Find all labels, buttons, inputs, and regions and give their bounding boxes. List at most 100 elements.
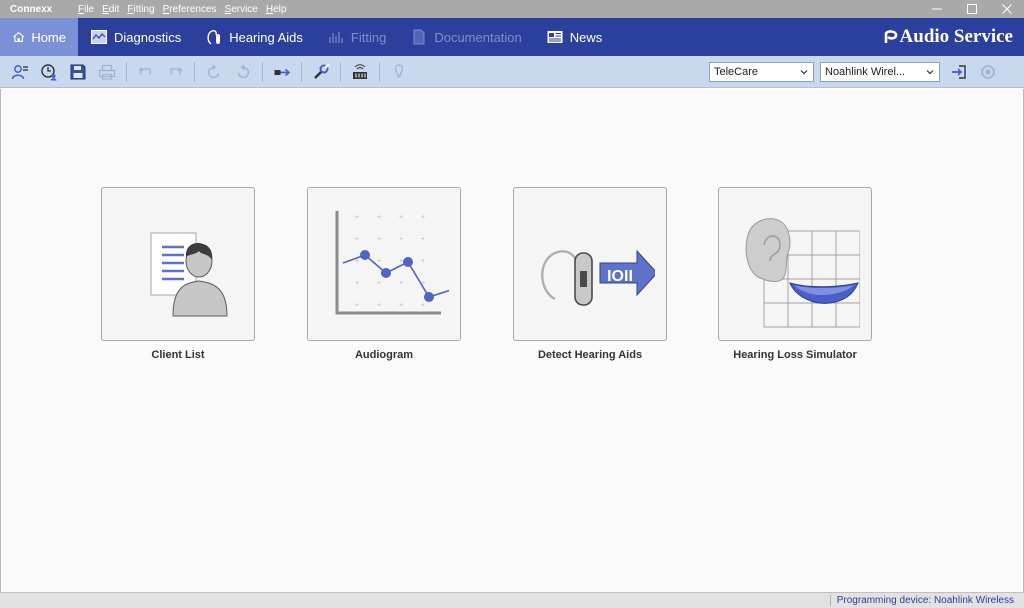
sync-icon bbox=[981, 64, 995, 79]
transfer-button[interactable] bbox=[269, 59, 295, 85]
programming-device-icon bbox=[353, 63, 367, 79]
main-navigation: Home Diagnostics Hearing Aids Fitting Do… bbox=[0, 18, 1024, 56]
tab-home-label: Home bbox=[31, 29, 66, 45]
programming-device-button[interactable] bbox=[347, 59, 373, 85]
svg-text:+: + bbox=[377, 258, 381, 265]
tab-diagnostics[interactable]: Diagnostics bbox=[78, 18, 193, 56]
title-bar: Connexx File Edit Fitting Preferences Se… bbox=[0, 0, 1024, 18]
hearing-loss-simulator-tile-box[interactable] bbox=[718, 187, 872, 341]
brand-logo: Audio Service bbox=[883, 18, 1013, 56]
app-title: Connexx bbox=[10, 3, 53, 15]
svg-text:+: + bbox=[421, 258, 425, 265]
svg-text:+: + bbox=[377, 302, 381, 309]
redo-icon bbox=[170, 66, 183, 75]
menu-help[interactable]: Help bbox=[266, 4, 287, 15]
print-button[interactable] bbox=[94, 59, 120, 85]
tab-home[interactable]: Home bbox=[0, 18, 78, 56]
svg-text:+: + bbox=[355, 302, 359, 309]
save-button[interactable] bbox=[65, 59, 91, 85]
toolbar-separator bbox=[340, 61, 341, 82]
client-list-tile[interactable]: Client List bbox=[101, 187, 255, 361]
session-history-button[interactable] bbox=[36, 59, 62, 85]
chevron-down-icon bbox=[800, 69, 808, 74]
client-button[interactable] bbox=[7, 59, 33, 85]
clock-user-icon bbox=[41, 63, 57, 80]
print-icon bbox=[98, 64, 116, 80]
svg-text:+: + bbox=[377, 214, 381, 221]
detect-hearing-aids-tile-box[interactable]: IOII bbox=[513, 187, 667, 341]
home-content: Client List + + + + + + + + + + + + + + + + + + + + Aud bbox=[0, 89, 1024, 592]
rotate-right-icon bbox=[237, 64, 250, 78]
client-list-tile-box[interactable] bbox=[101, 187, 255, 341]
chevron-down-icon bbox=[926, 69, 934, 74]
menu-service[interactable]: Service bbox=[225, 4, 258, 15]
tools-button[interactable] bbox=[308, 59, 334, 85]
rotate-left-icon bbox=[207, 64, 220, 78]
hint-button[interactable] bbox=[386, 59, 412, 85]
tab-news-label: News bbox=[569, 29, 603, 45]
audiogram-tile-box[interactable]: + + + + + + + + + + + + + + + + + + + + bbox=[307, 187, 461, 341]
svg-text:+: + bbox=[399, 236, 403, 243]
tab-documentation[interactable]: Documentation bbox=[398, 18, 533, 56]
wrench-icon bbox=[314, 62, 330, 79]
svg-text:+: + bbox=[399, 280, 403, 287]
telecare-select-value: TeleCare bbox=[714, 65, 759, 78]
tab-diagnostics-label: Diagnostics bbox=[114, 29, 182, 45]
close-button[interactable] bbox=[989, 0, 1024, 18]
svg-text:+: + bbox=[355, 236, 359, 243]
client-icon bbox=[11, 64, 28, 79]
save-icon bbox=[70, 64, 86, 79]
svg-text:+: + bbox=[377, 236, 381, 243]
programming-device-status: Programming device: Noahlink Wireless bbox=[829, 595, 1014, 606]
close-icon bbox=[1001, 4, 1012, 14]
toolbar-separator bbox=[301, 61, 302, 82]
undo-button[interactable] bbox=[133, 59, 159, 85]
hearing-loss-simulator-icon bbox=[745, 218, 860, 328]
news-icon bbox=[547, 31, 563, 43]
svg-text:+: + bbox=[421, 214, 425, 221]
toolbar: TeleCare Noahlink Wirel... bbox=[0, 56, 1024, 88]
tab-fitting[interactable]: Fitting bbox=[315, 18, 398, 56]
redo-button[interactable] bbox=[162, 59, 188, 85]
menu-edit[interactable]: Edit bbox=[102, 4, 119, 15]
login-icon bbox=[952, 64, 966, 79]
minimize-button[interactable] bbox=[919, 0, 954, 18]
menu-file[interactable]: File bbox=[78, 4, 94, 15]
programming-device-select-value: Noahlink Wirel... bbox=[825, 65, 906, 78]
brand-name: Audio Service bbox=[899, 26, 1013, 47]
minimize-icon bbox=[931, 8, 942, 10]
detect-hearing-aids-tile[interactable]: IOII Detect Hearing Aids bbox=[513, 187, 667, 361]
programming-device-select[interactable]: Noahlink Wirel... bbox=[820, 61, 940, 82]
hearing-aid-icon bbox=[207, 30, 221, 45]
svg-text:+: + bbox=[421, 302, 425, 309]
hearing-loss-simulator-tile[interactable]: Hearing Loss Simulator bbox=[718, 187, 872, 361]
menu-preferences[interactable]: Preferences bbox=[163, 4, 217, 15]
toolbar-separator bbox=[126, 61, 127, 82]
svg-text:+: + bbox=[399, 302, 403, 309]
rotate-left-button[interactable] bbox=[201, 59, 227, 85]
audiogram-tile[interactable]: + + + + + + + + + + + + + + + + + + + + Audiogram bbox=[307, 187, 461, 361]
svg-text:+: + bbox=[399, 214, 403, 221]
telecare-select[interactable]: TeleCare bbox=[709, 61, 814, 82]
audiogram-icon: + + + + + + + + + + + + + + + + + + + + bbox=[335, 211, 449, 315]
client-list-label: Client List bbox=[151, 349, 205, 361]
detect-hearing-aids-label: Detect Hearing Aids bbox=[537, 349, 643, 361]
maximize-icon bbox=[966, 4, 977, 14]
rotate-right-button[interactable] bbox=[230, 59, 256, 85]
audiogram-label: Audiogram bbox=[354, 349, 414, 361]
connect-button[interactable] bbox=[946, 59, 972, 85]
fitting-icon bbox=[329, 32, 343, 43]
maximize-button[interactable] bbox=[954, 0, 989, 18]
home-icon bbox=[13, 31, 25, 42]
svg-text:+: + bbox=[355, 214, 359, 221]
client-list-icon bbox=[150, 232, 228, 317]
diagnostics-icon bbox=[91, 30, 107, 44]
tab-hearing-aids[interactable]: Hearing Aids bbox=[193, 18, 315, 56]
tab-fitting-label: Fitting bbox=[350, 29, 387, 45]
brand-mark-icon bbox=[884, 30, 897, 43]
sync-button[interactable] bbox=[975, 59, 1001, 85]
toolbar-separator bbox=[262, 61, 263, 82]
menu-fitting[interactable]: Fitting bbox=[127, 4, 154, 15]
tab-news[interactable]: News bbox=[534, 18, 615, 56]
lightbulb-icon bbox=[394, 63, 404, 78]
